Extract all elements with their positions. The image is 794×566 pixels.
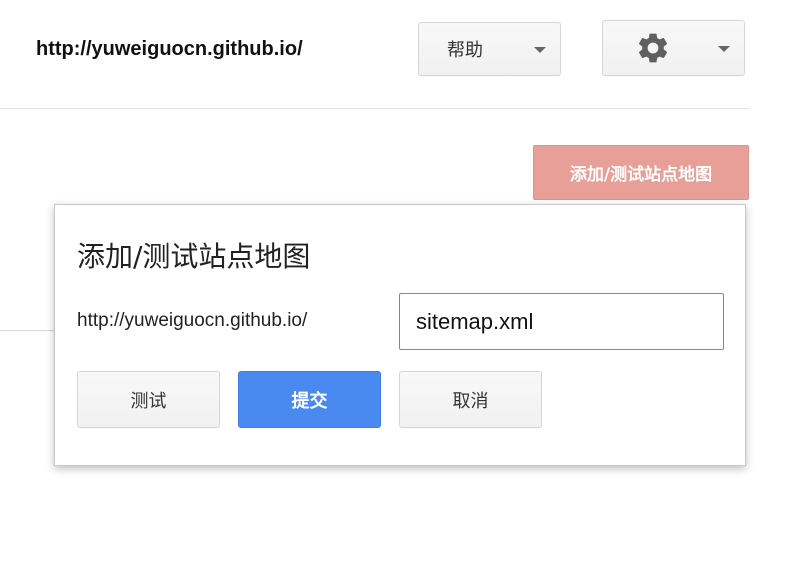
test-button[interactable]: 测试 <box>77 371 220 428</box>
background-divider <box>0 330 55 331</box>
help-button-label: 帮助 <box>447 40 483 61</box>
chevron-down-icon <box>534 47 546 53</box>
cancel-button[interactable]: 取消 <box>399 371 542 428</box>
settings-button[interactable] <box>602 20 745 76</box>
search-console-page: http://yuweiguocn.github.io/ 帮助 添加/测试站点地… <box>0 0 794 566</box>
add-sitemap-dialog: 添加/测试站点地图 http://yuweiguocn.github.io/ 测… <box>54 204 746 466</box>
gear-icon <box>638 33 668 63</box>
add-test-sitemap-button[interactable]: 添加/测试站点地图 <box>533 145 749 200</box>
chevron-down-icon <box>718 46 730 52</box>
header-divider <box>0 108 750 109</box>
submit-button[interactable]: 提交 <box>238 371 381 428</box>
help-button[interactable]: 帮助 <box>418 22 561 76</box>
sitemap-path-input[interactable] <box>399 293 724 350</box>
sitemap-url-prefix: http://yuweiguocn.github.io/ <box>77 310 308 331</box>
site-url-title: http://yuweiguocn.github.io/ <box>36 38 303 60</box>
dialog-title: 添加/测试站点地图 <box>77 240 311 273</box>
